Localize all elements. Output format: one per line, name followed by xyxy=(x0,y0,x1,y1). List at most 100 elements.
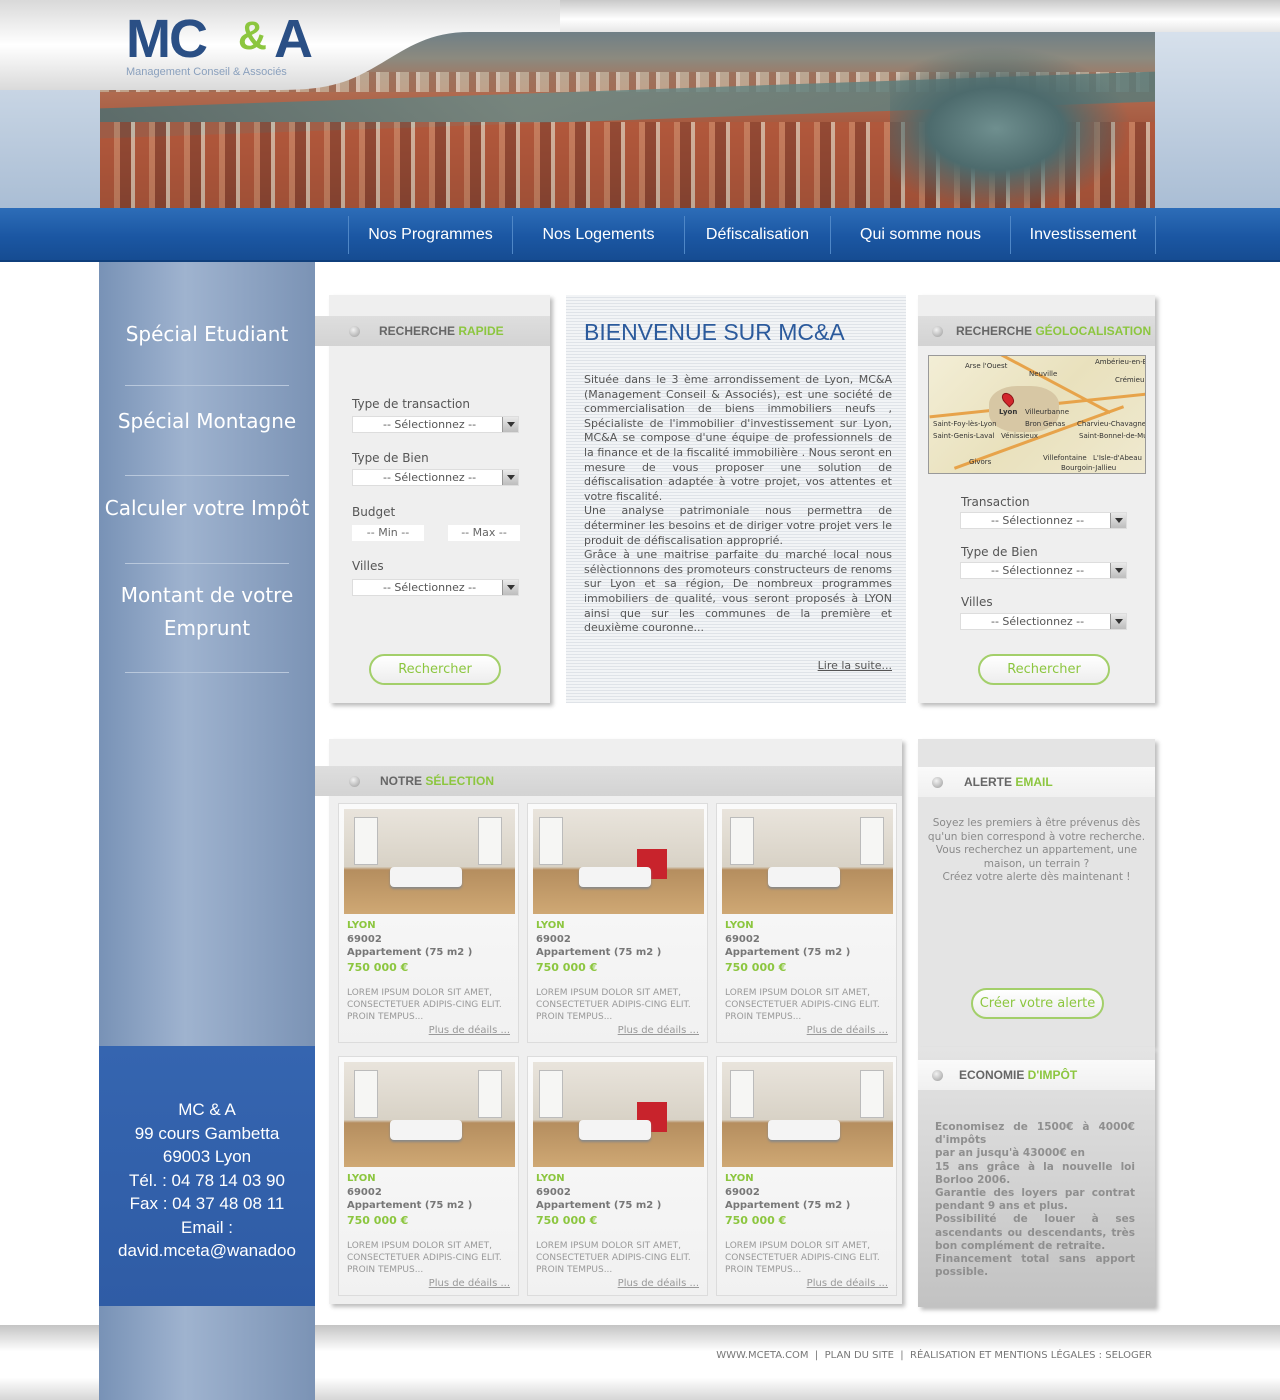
property-type: Appartement (75 m2 ) xyxy=(536,947,662,958)
label-type-transaction: Type de transaction xyxy=(352,397,470,411)
footer-link-website[interactable]: WWW.MCETA.COM xyxy=(716,1350,808,1361)
map-label: Ambérieu-en-Bugey xyxy=(1095,358,1145,366)
map-label: L'Isle-d'Abeau xyxy=(1093,454,1142,462)
property-price: 750 000 € xyxy=(347,1214,409,1227)
sidebar-item-montant-emprunt-line2[interactable]: Emprunt xyxy=(99,612,315,645)
label-transaction: Transaction xyxy=(961,495,1030,509)
map-label: Crémieu xyxy=(1115,376,1145,384)
property-photo[interactable] xyxy=(722,1062,893,1167)
geo-search-panel: RECHERCHE GÉOLOCALISATION Arse l'Ouest A… xyxy=(918,295,1155,703)
footer-link-sitemap[interactable]: PLAN DU SITE xyxy=(825,1350,894,1361)
map-label: Saint-Bonnel-de-Mure xyxy=(1079,432,1145,440)
photo-window xyxy=(478,817,502,865)
property-card[interactable]: LYON 69002 Appartement (75 m2 ) 750 000 … xyxy=(716,1056,897,1296)
footer-link-legal[interactable]: RÉALISATION ET MENTIONS LÉGALES : SELOGE… xyxy=(910,1350,1152,1361)
contact-email-label: Email : xyxy=(181,1217,233,1237)
sidebar-item-calculer-impot[interactable]: Calculer votre Impôt xyxy=(99,492,315,525)
property-price: 750 000 € xyxy=(725,1214,787,1227)
property-photo[interactable] xyxy=(533,1062,704,1167)
photo-sofa xyxy=(768,1120,840,1140)
label-type-bien: Type de Bien xyxy=(352,451,429,465)
property-city: LYON xyxy=(347,920,376,931)
property-card[interactable]: LYON 69002 Appartement (75 m2 ) 750 000 … xyxy=(338,803,519,1043)
welcome-panel: BIENVENUE SUR MC&A Située dans le 3 ème … xyxy=(566,295,906,703)
geo-search-button[interactable]: Rechercher xyxy=(978,654,1110,685)
select-type-bien[interactable]: -- Sélectionnez -- xyxy=(352,469,519,486)
label-budget: Budget xyxy=(352,505,396,519)
quick-search-panel: RECHERCHE RAPIDE Type de transaction -- … xyxy=(315,295,550,703)
photo-window xyxy=(354,1070,378,1118)
sidebar-item-montant-emprunt[interactable]: Montant de votre xyxy=(99,579,315,612)
photo-window xyxy=(860,817,884,865)
label-villes: Villes xyxy=(352,559,384,573)
photo-window xyxy=(860,1070,884,1118)
map-label: Bron xyxy=(1025,420,1042,428)
property-city: LYON xyxy=(536,920,565,931)
property-city: LYON xyxy=(725,920,754,931)
create-alert-button[interactable]: Créer votre alerte xyxy=(971,988,1104,1019)
nav-nos-programmes[interactable]: Nos Programmes xyxy=(349,216,513,254)
map-label: Villeurbanne xyxy=(1025,408,1070,416)
nav-nos-logements[interactable]: Nos Logements xyxy=(513,216,685,254)
photo-sofa xyxy=(579,867,651,887)
sidebar-item-special-montagne[interactable]: Spécial Montagne xyxy=(99,405,315,438)
nav-defiscalisation[interactable]: Défiscalisation xyxy=(685,216,831,254)
property-zip: 69002 xyxy=(347,934,382,945)
label-geo-type-bien: Type de Bien xyxy=(961,545,1038,559)
property-description: LOREM IPSUM DOLOR SIT AMET, CONSECTETUER… xyxy=(725,1241,880,1275)
geo-select-type-bien[interactable]: -- Sélectionnez -- xyxy=(960,562,1127,579)
property-card[interactable]: LYON 69002 Appartement (75 m2 ) 750 000 … xyxy=(716,803,897,1043)
bullet-icon xyxy=(932,777,943,788)
logo-mc: MC xyxy=(126,9,208,69)
budget-min-input[interactable]: -- Min -- xyxy=(352,525,424,541)
property-card[interactable]: LYON 69002 Appartement (75 m2 ) 750 000 … xyxy=(527,803,708,1043)
property-details-link[interactable]: Plus de déails ... xyxy=(618,1278,699,1289)
property-details-link[interactable]: Plus de déails ... xyxy=(807,1278,888,1289)
map-label: Vénissieux xyxy=(1001,432,1039,440)
property-details-link[interactable]: Plus de déails ... xyxy=(618,1025,699,1036)
property-card[interactable]: LYON 69002 Appartement (75 m2 ) 750 000 … xyxy=(338,1056,519,1296)
quick-search-button[interactable]: Rechercher xyxy=(369,654,501,685)
photo-sofa xyxy=(390,867,462,887)
property-description: LOREM IPSUM DOLOR SIT AMET, CONSECTETUER… xyxy=(536,1241,691,1275)
property-card[interactable]: LYON 69002 Appartement (75 m2 ) 750 000 … xyxy=(527,1056,708,1296)
nav-qui-somme-nous[interactable]: Qui somme nous xyxy=(831,216,1011,254)
property-photo[interactable] xyxy=(722,809,893,914)
geo-search-title: RECHERCHE GÉOLOCALISATION xyxy=(918,316,1155,346)
sidebar-item-special-etudiant[interactable]: Spécial Etudiant xyxy=(99,318,315,351)
tax-savings-text: Economisez de 1500€ à 4000€ d'impôts par… xyxy=(935,1121,1135,1279)
photo-window xyxy=(539,1070,563,1118)
email-alert-text: Soyez les premiers à être prévenus dès q… xyxy=(927,817,1146,883)
property-details-link[interactable]: Plus de déails ... xyxy=(429,1025,510,1036)
select-type-transaction[interactable]: -- Sélectionnez -- xyxy=(352,416,519,433)
property-details-link[interactable]: Plus de déails ... xyxy=(429,1278,510,1289)
property-description: LOREM IPSUM DOLOR SIT AMET, CONSECTETUER… xyxy=(347,988,502,1022)
read-more-link[interactable]: Lire la suite... xyxy=(818,659,892,672)
map-label: Bourgoin-Jallieu xyxy=(1061,464,1117,472)
property-photo[interactable] xyxy=(344,1062,515,1167)
chevron-down-icon xyxy=(1110,563,1126,578)
property-price: 750 000 € xyxy=(536,961,598,974)
budget-max-input[interactable]: -- Max -- xyxy=(448,525,520,541)
nav-investissement[interactable]: Investissement xyxy=(1011,216,1156,254)
sidebar-divider xyxy=(125,385,289,386)
welcome-paragraph: Située dans le 3 ème arrondissement de L… xyxy=(584,373,892,503)
contact-phone: Tél. : 04 78 14 03 90 xyxy=(129,1170,285,1190)
contact-email[interactable]: david.mceta@wanadoo xyxy=(99,1239,315,1263)
site-logo[interactable]: MC & A Management Conseil & Associés xyxy=(126,12,336,82)
photo-window xyxy=(539,817,563,865)
geo-map[interactable]: Arse l'Ouest Ambérieu-en-Bugey Neuville … xyxy=(928,355,1146,474)
geo-select-transaction[interactable]: -- Sélectionnez -- xyxy=(960,512,1127,529)
map-label: Saint-Genis-Laval xyxy=(933,432,995,440)
geo-select-villes[interactable]: -- Sélectionnez -- xyxy=(960,613,1127,630)
property-photo[interactable] xyxy=(344,809,515,914)
property-photo[interactable] xyxy=(533,809,704,914)
map-label: Neuville xyxy=(1029,370,1058,378)
chevron-down-icon xyxy=(502,417,518,432)
select-villes[interactable]: -- Sélectionnez -- xyxy=(352,579,519,596)
property-details-link[interactable]: Plus de déails ... xyxy=(807,1025,888,1036)
property-type: Appartement (75 m2 ) xyxy=(725,947,851,958)
property-zip: 69002 xyxy=(536,1187,571,1198)
map-label: Villefontaine xyxy=(1043,454,1087,462)
logo-a: A xyxy=(274,9,313,69)
